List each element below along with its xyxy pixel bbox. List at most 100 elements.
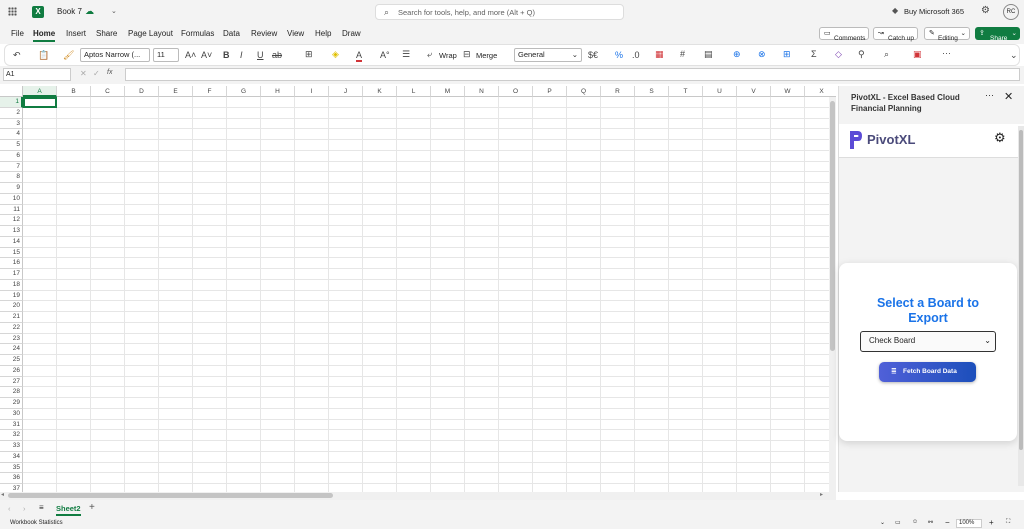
pane-scrollbar[interactable]	[1018, 126, 1024, 486]
row-header[interactable]: 16	[0, 258, 23, 269]
column-header[interactable]: D	[125, 86, 159, 97]
sheet-tab-active[interactable]: Sheet2	[56, 504, 81, 516]
board-select[interactable]: Check Board ⌄	[860, 331, 996, 352]
vertical-scrollbar[interactable]	[829, 97, 836, 492]
row-header[interactable]: 24	[0, 344, 23, 355]
autosum-icon[interactable]: Σ	[811, 49, 817, 59]
row-header[interactable]: 28	[0, 387, 23, 398]
row-header[interactable]: 10	[0, 193, 23, 205]
feedback-icon[interactable]: ☺	[912, 519, 918, 525]
tab-page-layout[interactable]: Page Layout	[128, 29, 173, 38]
row-header[interactable]: 1	[0, 97, 23, 108]
paste-icon[interactable]: 📋	[38, 50, 49, 60]
pane-scroll-thumb[interactable]	[1019, 130, 1023, 450]
column-header[interactable]: O	[499, 86, 533, 97]
number-format-icon[interactable]: %	[615, 50, 623, 60]
align-icon[interactable]: ☰	[402, 49, 410, 59]
column-header[interactable]: N	[465, 86, 499, 97]
expand-ribbon-icon[interactable]: ⌄	[1010, 50, 1018, 60]
add-sheet-icon[interactable]: +	[89, 502, 95, 513]
merge-icon[interactable]: ⊟	[463, 49, 471, 59]
column-header[interactable]: C	[91, 86, 125, 97]
row-header[interactable]: 3	[0, 118, 23, 130]
prev-sheet-icon[interactable]: ‹	[8, 504, 11, 513]
row-header[interactable]: 9	[0, 183, 23, 194]
underline-icon[interactable]: U	[257, 50, 264, 60]
row-header[interactable]: 22	[0, 322, 23, 334]
row-header[interactable]: 31	[0, 419, 23, 431]
column-header[interactable]: T	[669, 86, 703, 97]
font-name-select[interactable]: Aptos Narrow (...	[80, 48, 150, 62]
comments-button[interactable]: ▭ Comments	[819, 27, 869, 42]
format-table-icon[interactable]: #	[680, 49, 685, 59]
workbook-statistics[interactable]: Workbook Statistics	[10, 520, 63, 526]
font-size-select[interactable]: 11	[153, 48, 179, 62]
wrap-icon[interactable]: ⤶	[427, 49, 432, 59]
spreadsheet-grid[interactable]: ABCDEFGHIJKLMNOPQRSTUVWX 1 2 3 4 5 6 7 8 9 10 11 12…	[0, 86, 836, 492]
undo-icon[interactable]: ↶	[13, 50, 21, 60]
buy-microsoft-link[interactable]: Buy Microsoft 365	[904, 7, 964, 16]
tab-review[interactable]: Review	[251, 29, 277, 38]
all-sheets-icon[interactable]: ≡	[39, 503, 44, 512]
row-header[interactable]: 15	[0, 247, 23, 259]
column-header[interactable]: V	[737, 86, 771, 97]
row-header[interactable]: 6	[0, 150, 23, 162]
column-header[interactable]: R	[601, 86, 635, 97]
wrap-label[interactable]: Wrap	[439, 51, 457, 60]
row-header[interactable]: 34	[0, 451, 23, 463]
accessibility-icon[interactable]: ▭	[895, 519, 901, 526]
italic-icon[interactable]: I	[240, 50, 243, 60]
fullscreen-icon[interactable]: ⛶	[1006, 519, 1010, 526]
chevron-down-icon[interactable]: ⌄	[880, 519, 885, 526]
bold-icon[interactable]: B	[223, 50, 230, 60]
column-header[interactable]: X	[805, 86, 836, 97]
row-header[interactable]: 19	[0, 290, 23, 302]
column-header[interactable]: E	[159, 86, 193, 97]
format-painter-icon[interactable]: 🖌	[63, 50, 74, 60]
row-header[interactable]: 13	[0, 226, 23, 237]
row-header[interactable]: 25	[0, 355, 23, 366]
next-sheet-icon[interactable]: ›	[23, 504, 26, 513]
row-header[interactable]: 21	[0, 312, 23, 323]
column-header[interactable]: B	[57, 86, 91, 97]
row-header[interactable]: 4	[0, 129, 23, 140]
link-icon[interactable]: ⚯	[928, 519, 933, 526]
tab-share[interactable]: Share	[96, 29, 117, 38]
column-header[interactable]: H	[261, 86, 295, 97]
column-header[interactable]: S	[635, 86, 669, 97]
horizontal-scroll-thumb[interactable]	[8, 493, 333, 498]
addins-icon[interactable]: ▣	[913, 49, 922, 59]
format-cells-icon[interactable]: ⊞	[783, 49, 791, 59]
conditional-format-icon[interactable]: ▦	[655, 49, 664, 59]
row-header[interactable]: 32	[0, 430, 23, 441]
strikethrough-icon[interactable]: ab	[272, 50, 282, 60]
zoom-level[interactable]: 100%	[956, 519, 982, 528]
fetch-board-data-button[interactable]: ≣ Fetch Board Data	[879, 362, 976, 382]
tab-file[interactable]: File	[11, 29, 24, 38]
pane-settings-gear-icon[interactable]: ⚙	[994, 130, 1006, 146]
workbook-name[interactable]: Book 7	[57, 7, 82, 16]
apps-grid-icon[interactable]	[8, 7, 17, 16]
editing-button[interactable]: ✎ Editing ⌄	[924, 27, 970, 42]
tab-help[interactable]: Help	[315, 29, 331, 38]
share-button[interactable]: ⇪ Share ⌄	[975, 27, 1020, 42]
insert-function-icon[interactable]: fx	[107, 69, 112, 76]
pane-more-icon[interactable]: ···	[985, 90, 994, 100]
row-header[interactable]: 27	[0, 376, 23, 388]
zoom-in-icon[interactable]: +	[989, 518, 994, 527]
row-header[interactable]: 33	[0, 441, 23, 452]
row-header[interactable]: 20	[0, 301, 23, 312]
find-icon[interactable]: ⌕	[884, 49, 889, 59]
row-header[interactable]: 8	[0, 172, 23, 183]
tab-formulas[interactable]: Formulas	[181, 29, 214, 38]
decrease-font-icon[interactable]: A˅	[201, 50, 212, 60]
column-header[interactable]: W	[771, 86, 805, 97]
font-color-icon[interactable]: A	[356, 50, 363, 62]
select-all-corner[interactable]	[0, 86, 23, 97]
row-header[interactable]: 35	[0, 462, 23, 474]
pane-close-icon[interactable]: ✕	[1004, 90, 1013, 103]
avatar[interactable]: RC	[1003, 4, 1019, 20]
search-input[interactable]: ⌕ Search for tools, help, and more (Alt …	[375, 4, 624, 20]
increase-font-icon[interactable]: A˄	[185, 50, 196, 60]
tab-view[interactable]: View	[287, 29, 304, 38]
